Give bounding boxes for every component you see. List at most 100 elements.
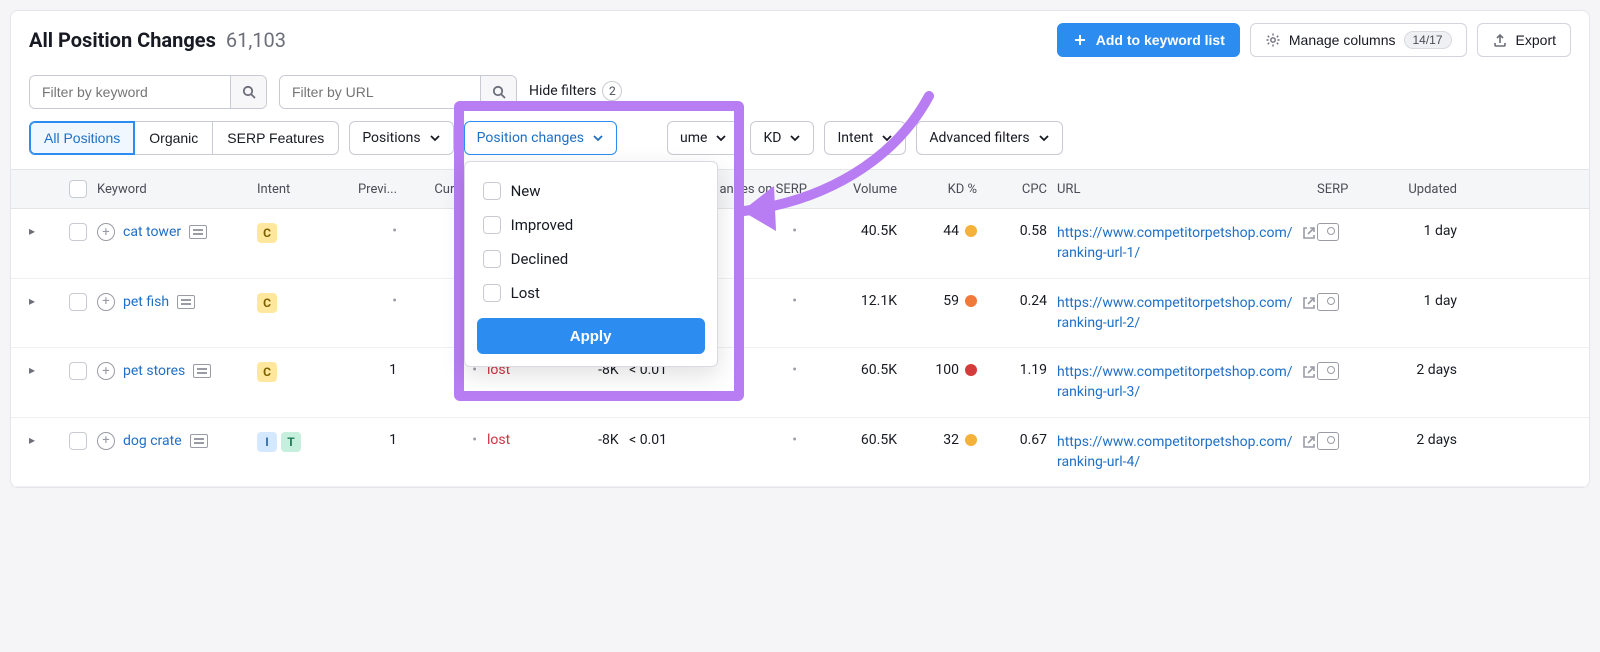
kd-difficulty-dot-icon: [965, 364, 977, 376]
add-keyword-icon[interactable]: +: [97, 223, 115, 241]
dropdown-option-new[interactable]: New: [477, 174, 705, 208]
serp-features-icon[interactable]: [177, 295, 195, 309]
table-row: ▸+cat towerC•1new•40.5K440.58https://www…: [11, 209, 1589, 279]
chevron-down-icon: [429, 132, 441, 144]
intent-badge: I: [257, 432, 277, 452]
intent-badge: C: [257, 223, 277, 243]
keyword-link[interactable]: pet stores: [123, 363, 185, 379]
ranking-url-link[interactable]: https://www.competitorpetshop.com/rankin…: [1057, 362, 1293, 403]
search-icon: [241, 84, 257, 100]
checkbox-new[interactable]: [483, 182, 501, 200]
row-checkbox[interactable]: [69, 432, 87, 450]
kd-percent: 59: [907, 293, 987, 309]
external-link-icon[interactable]: [1301, 295, 1317, 311]
position-changes-filter-chip[interactable]: Position changes: [464, 121, 617, 155]
filter-url-input[interactable]: [280, 76, 480, 108]
filters-row-2: All Positions Organic SERP Features Posi…: [11, 113, 1589, 169]
positions-filter-chip[interactable]: Positions: [349, 121, 453, 155]
table-row: ▸+dog crateIT1•lost-8K < 0.01•60.5K320.6…: [11, 418, 1589, 488]
dropdown-option-declined[interactable]: Declined: [477, 242, 705, 276]
view-serp-icon[interactable]: [1317, 223, 1339, 241]
keyword-link[interactable]: dog crate: [123, 433, 182, 449]
serp-features-icon[interactable]: [190, 434, 208, 448]
external-link-icon[interactable]: [1301, 225, 1317, 241]
advanced-filters-chip[interactable]: Advanced filters: [916, 121, 1062, 155]
external-link-icon[interactable]: [1301, 434, 1317, 450]
dropdown-option-improved[interactable]: Improved: [477, 208, 705, 242]
volume: 60.5K: [817, 432, 907, 448]
expand-row-icon[interactable]: ▸: [29, 363, 35, 377]
option-label-improved: Improved: [511, 216, 574, 234]
option-label-declined: Declined: [511, 250, 569, 268]
ranking-url-link[interactable]: https://www.competitorpetshop.com/rankin…: [1057, 223, 1293, 264]
row-checkbox[interactable]: [69, 223, 87, 241]
segment-all-positions[interactable]: All Positions: [29, 121, 135, 155]
segment-organic[interactable]: Organic: [135, 121, 213, 155]
col-cpc[interactable]: CPC: [987, 182, 1057, 197]
external-link-icon[interactable]: [1301, 364, 1317, 380]
add-button-label: Add to keyword list: [1096, 32, 1225, 48]
add-keyword-icon[interactable]: +: [97, 432, 115, 450]
col-updated[interactable]: Updated: [1377, 182, 1467, 197]
previous-position: 1: [327, 362, 407, 378]
dropdown-option-lost[interactable]: Lost: [477, 276, 705, 310]
select-all-checkbox[interactable]: [69, 180, 87, 198]
serp-features-icon[interactable]: [189, 225, 207, 239]
traffic-change: -8K < 0.01: [557, 432, 677, 448]
col-keyword[interactable]: Keyword: [97, 182, 257, 197]
volume-filter-chip[interactable]: ume: [667, 121, 740, 155]
chevron-down-icon: [715, 132, 727, 144]
hide-filters-count: 2: [602, 81, 622, 101]
view-serp-icon[interactable]: [1317, 432, 1339, 450]
updated: 1 day: [1377, 293, 1467, 309]
filter-keyword-input[interactable]: [30, 76, 230, 108]
advanced-filters-label: Advanced filters: [929, 130, 1029, 146]
expand-row-icon[interactable]: ▸: [29, 224, 35, 238]
checkbox-improved[interactable]: [483, 216, 501, 234]
intent-filter-chip[interactable]: Intent: [824, 121, 906, 155]
ranking-url-link[interactable]: https://www.competitorpetshop.com/rankin…: [1057, 293, 1293, 334]
checkbox-declined[interactable]: [483, 250, 501, 268]
expand-row-icon[interactable]: ▸: [29, 294, 35, 308]
manage-columns-button[interactable]: Manage columns 14/17: [1250, 23, 1467, 57]
export-button[interactable]: Export: [1477, 23, 1571, 57]
keyword-link[interactable]: cat tower: [123, 224, 181, 240]
filter-keyword-search-button[interactable]: [230, 76, 266, 108]
expand-row-icon[interactable]: ▸: [29, 433, 35, 447]
hide-filters-toggle[interactable]: Hide filters 2: [529, 81, 622, 104]
filter-url-search-button[interactable]: [480, 76, 516, 108]
filters-row-1: Hide filters 2: [11, 65, 1589, 113]
page-title: All Position Changes: [29, 28, 216, 52]
col-kd[interactable]: KD %: [907, 182, 987, 197]
col-volume[interactable]: Volume: [817, 182, 907, 197]
col-url[interactable]: URL: [1057, 182, 1317, 197]
kd-filter-chip[interactable]: KD: [750, 121, 814, 155]
add-keyword-icon[interactable]: +: [97, 293, 115, 311]
result-count: 61,103: [226, 28, 286, 52]
row-checkbox[interactable]: [69, 362, 87, 380]
kd-percent: 100: [907, 362, 987, 378]
current-position: •: [407, 432, 487, 448]
col-previous[interactable]: Previ...: [327, 182, 407, 197]
export-icon: [1492, 32, 1508, 48]
previous-position: 1: [327, 432, 407, 448]
ranking-url-link[interactable]: https://www.competitorpetshop.com/rankin…: [1057, 432, 1293, 473]
keyword-link[interactable]: pet fish: [123, 294, 169, 310]
export-label: Export: [1516, 32, 1556, 48]
serp-features-icon[interactable]: [193, 364, 211, 378]
cpc: 0.24: [987, 293, 1057, 309]
row-checkbox[interactable]: [69, 293, 87, 311]
hide-filters-label: Hide filters: [529, 83, 596, 99]
segment-serp-features[interactable]: SERP Features: [213, 121, 339, 155]
checkbox-lost[interactable]: [483, 284, 501, 302]
positions-filter-label: Positions: [362, 130, 420, 146]
view-serp-icon[interactable]: [1317, 362, 1339, 380]
col-serp[interactable]: SERP: [1317, 182, 1377, 197]
dropdown-apply-button[interactable]: Apply: [477, 318, 705, 354]
intent-badge: T: [281, 432, 301, 452]
add-keyword-icon[interactable]: +: [97, 362, 115, 380]
columns-count-badge: 14/17: [1404, 31, 1452, 49]
col-intent[interactable]: Intent: [257, 182, 327, 197]
view-serp-icon[interactable]: [1317, 293, 1339, 311]
add-to-keyword-list-button[interactable]: Add to keyword list: [1057, 23, 1240, 57]
